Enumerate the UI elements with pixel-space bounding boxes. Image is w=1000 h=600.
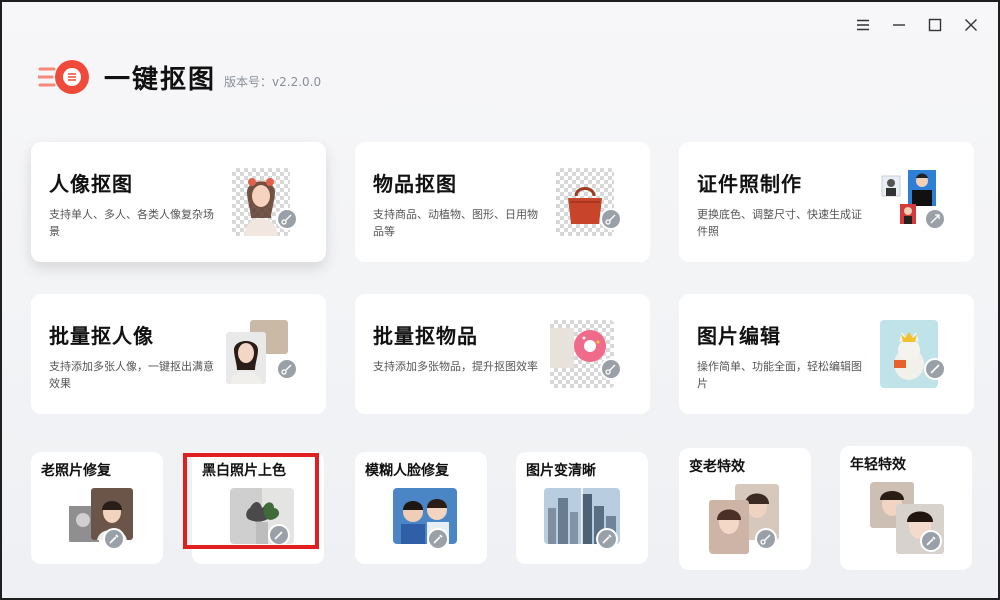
card-title: 变老特效 [689,459,745,475]
card-title: 黑白照片上色 [202,463,286,479]
card-title: 图片变清晰 [526,463,596,479]
close-icon[interactable] [960,14,982,36]
scissors-icon [755,528,777,550]
wrench-icon [596,528,618,550]
scissors-icon [276,358,298,380]
card-aging-effect[interactable]: 变老特效 [679,448,811,570]
scissors-icon [276,208,298,230]
card-title: 批量抠物品 [373,324,478,348]
scissors-icon [600,208,622,230]
window-controls [852,14,982,36]
edit-icon [924,358,946,380]
app-logo-icon [36,57,94,97]
card-title: 物品抠图 [373,172,457,196]
brush-icon [268,524,290,546]
card-image-edit[interactable]: 图片编辑 操作简单、功能全面，轻松编辑图片 [679,294,974,414]
card-title: 人像抠图 [49,172,133,196]
card-desc: 支持添加多张物品，提升抠图效率 [373,360,538,373]
version-label: 版本号：v2.2.0.0 [224,74,322,89]
card-id-photo[interactable]: 证件照制作 更换底色、调整尺寸、快速生成证件照 [679,142,974,262]
card-bw-colorize[interactable]: 黑白照片上色 [192,452,324,564]
card-title: 证件照制作 [697,172,802,196]
wrench-icon [103,528,125,550]
app-window: 一键抠图 版本号：v2.2.0.0 人像抠图 支持单人、多人、各类人像复杂场景 … [0,0,1000,600]
card-portrait-cutout[interactable]: 人像抠图 支持单人、多人、各类人像复杂场景 [31,142,326,262]
app-title: 一键抠图 [104,64,217,95]
card-face-restore[interactable]: 模糊人脸修复 [355,452,487,564]
card-desc: 支持商品、动植物、图形、日用物品等 [373,208,538,238]
wrench-icon [427,528,449,550]
card-title: 批量抠人像 [49,324,154,348]
card-title: 年轻特效 [850,457,906,473]
minimize-icon[interactable] [888,14,910,36]
card-title: 模糊人脸修复 [365,463,449,479]
card-image-sharpen[interactable]: 图片变清晰 [516,452,648,564]
app-header: 一键抠图 版本号：v2.2.0.0 [36,57,322,97]
card-old-photo-restore[interactable]: 老照片修复 [31,452,163,564]
card-desc: 更换底色、调整尺寸、快速生成证件照 [697,208,862,238]
card-desc: 支持添加多张人像，一键抠出满意效果 [49,360,214,390]
card-title: 老照片修复 [41,463,111,479]
scissors-icon [600,358,622,380]
old-photo-thumbnail [69,488,135,544]
card-youth-effect[interactable]: 年轻特效 [840,446,972,570]
card-batch-portrait[interactable]: 批量抠人像 支持添加多张人像，一键抠出满意效果 [31,294,326,414]
menu-icon[interactable] [852,14,874,36]
card-title: 图片编辑 [697,324,781,348]
maximize-icon[interactable] [924,14,946,36]
card-object-cutout[interactable]: 物品抠图 支持商品、动植物、图形、日用物品等 [355,142,650,262]
card-batch-object[interactable]: 批量抠物品 支持添加多张物品，提升抠图效率 [355,294,650,414]
scissors-icon [924,208,946,230]
card-desc: 操作简单、功能全面，轻松编辑图片 [697,360,862,390]
card-desc: 支持单人、多人、各类人像复杂场景 [49,208,214,238]
wrench-icon [920,530,942,552]
